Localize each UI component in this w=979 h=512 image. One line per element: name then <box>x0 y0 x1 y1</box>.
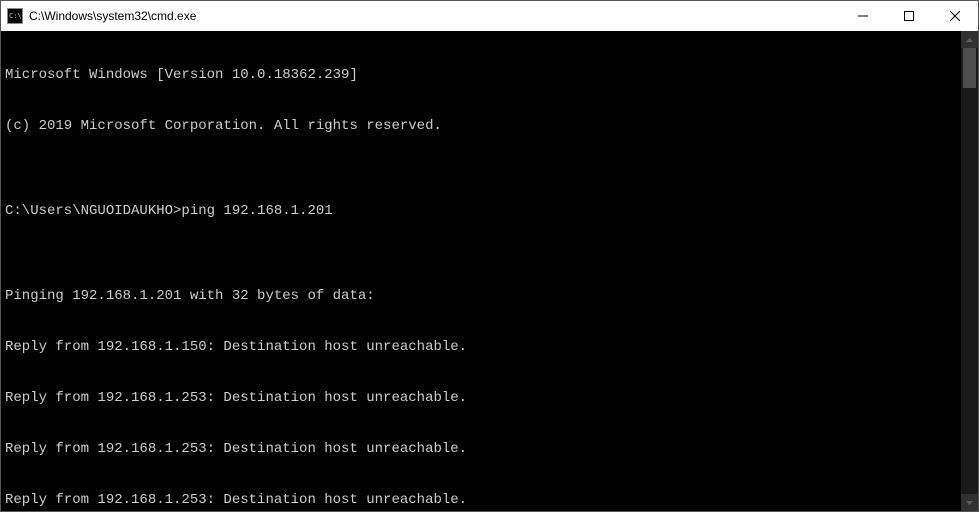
terminal-content[interactable]: Microsoft Windows [Version 10.0.18362.23… <box>1 31 961 511</box>
terminal-line: Pinging 192.168.1.201 with 32 bytes of d… <box>5 288 957 305</box>
terminal-line: Reply from 192.168.1.253: Destination ho… <box>5 441 957 458</box>
window-controls <box>840 1 978 31</box>
terminal-line: Reply from 192.168.1.253: Destination ho… <box>5 492 957 509</box>
terminal-line: Microsoft Windows [Version 10.0.18362.23… <box>5 67 957 84</box>
terminal-area: Microsoft Windows [Version 10.0.18362.23… <box>1 31 978 511</box>
terminal-line: Reply from 192.168.1.150: Destination ho… <box>5 339 957 356</box>
cmd-icon: C:\ <box>7 8 23 24</box>
close-button[interactable] <box>932 1 978 31</box>
window-title: C:\Windows\system32\cmd.exe <box>29 9 840 23</box>
scroll-track[interactable] <box>961 48 978 494</box>
vertical-scrollbar[interactable] <box>961 31 978 511</box>
minimize-button[interactable] <box>840 1 886 31</box>
scroll-down-arrow[interactable] <box>961 494 978 511</box>
terminal-line: C:\Users\NGUOIDAUKHO>ping 192.168.1.201 <box>5 203 957 220</box>
scroll-up-arrow[interactable] <box>961 31 978 48</box>
terminal-line: Reply from 192.168.1.253: Destination ho… <box>5 390 957 407</box>
command-prompt-window: C:\ C:\Windows\system32\cmd.exe Microsof… <box>0 0 979 512</box>
terminal-line: (c) 2019 Microsoft Corporation. All righ… <box>5 118 957 135</box>
scroll-thumb[interactable] <box>963 48 976 88</box>
svg-text:C:\: C:\ <box>9 12 22 20</box>
titlebar[interactable]: C:\ C:\Windows\system32\cmd.exe <box>1 1 978 31</box>
maximize-button[interactable] <box>886 1 932 31</box>
